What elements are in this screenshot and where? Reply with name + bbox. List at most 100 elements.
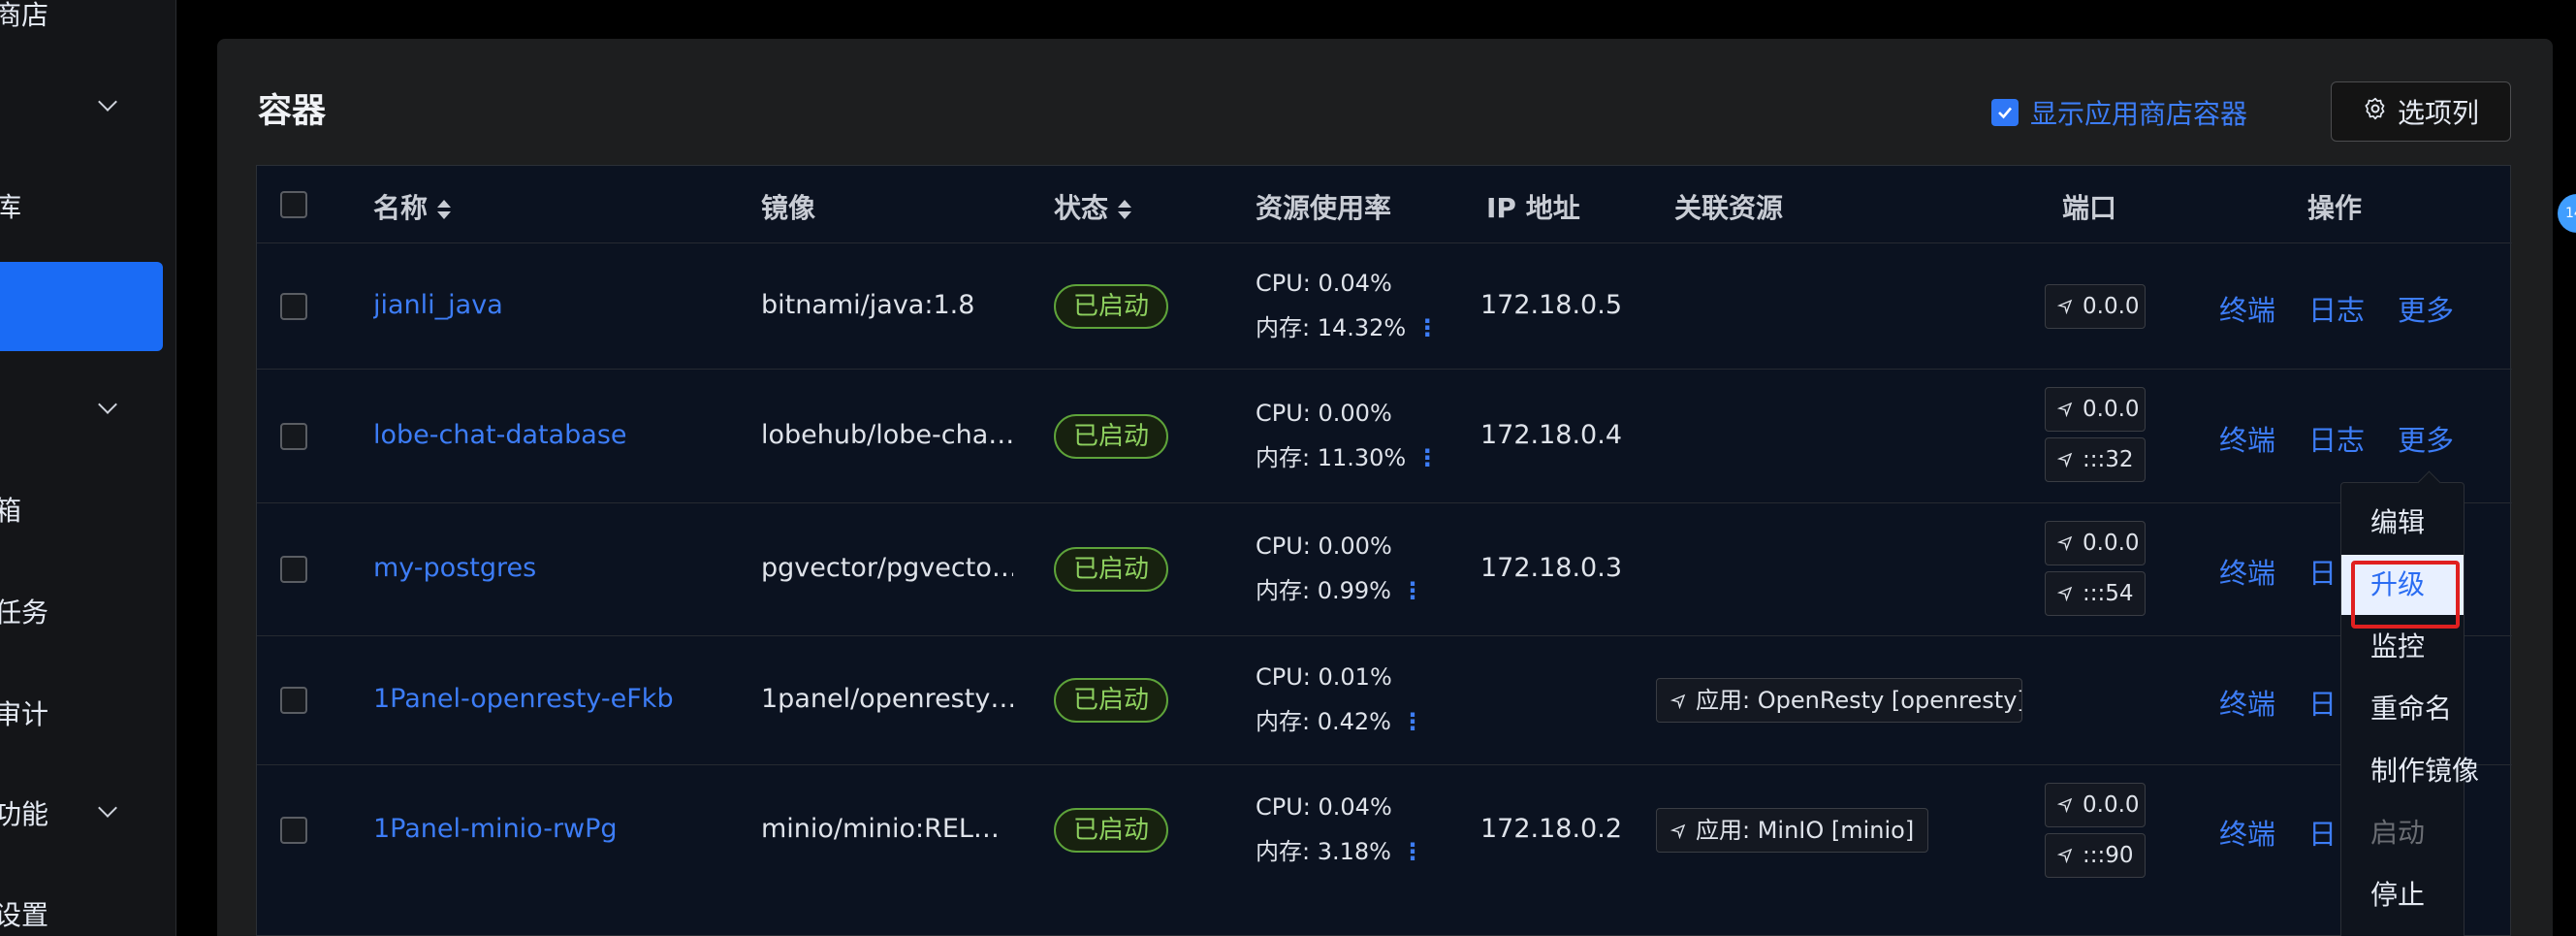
navigation-arrow-icon	[2057, 299, 2073, 314]
container-name-link[interactable]: my-postgres	[373, 553, 536, 583]
more-vertical-icon[interactable]: ⋮	[1401, 699, 1424, 744]
port-tag[interactable]: 0.0.0	[2045, 284, 2146, 329]
checkbox-checked-icon[interactable]	[1991, 99, 2019, 126]
resource-usage: CPU: 0.04% 内存: 14.32% ⋮	[1256, 261, 1439, 350]
row-checkbox[interactable]	[280, 817, 307, 844]
sidebar-item-label: 库	[0, 186, 21, 225]
row-checkbox[interactable]	[280, 687, 307, 714]
sidebar-item-group-2[interactable]	[0, 390, 175, 429]
more-button[interactable]: 更多	[2398, 288, 2454, 329]
row-checkbox[interactable]	[280, 556, 307, 583]
header-port: 端口	[2062, 192, 2117, 224]
more-actions-dropdown: 编辑 升级 监控 重命名 制作镜像 启动 停止	[2340, 482, 2479, 936]
sidebar-item-database[interactable]: 库	[0, 186, 175, 225]
header-actions: 操作	[2307, 192, 2363, 224]
resource-usage: CPU: 0.01% 内存: 0.42% ⋮	[1256, 655, 1424, 744]
table-row: my-postgres pgvector/pgvecto… 已启动 CPU: 0…	[257, 503, 2512, 636]
port-tag[interactable]: 0.0.0	[2045, 521, 2146, 565]
columns-button[interactable]: 选项列	[2331, 81, 2511, 142]
navigation-arrow-icon	[2057, 402, 2073, 417]
terminal-button[interactable]: 终端	[2219, 551, 2275, 592]
sidebar-item-containers-active[interactable]	[0, 262, 163, 351]
status-badge: 已启动	[1054, 678, 1169, 723]
sort-icon[interactable]	[437, 200, 452, 219]
port-tag[interactable]: :::32	[2045, 437, 2146, 482]
more-vertical-icon[interactable]: ⋮	[1401, 829, 1424, 874]
notification-badge[interactable]: 14	[2558, 194, 2576, 233]
terminal-button[interactable]: 终端	[2219, 682, 2275, 723]
header-related: 关联资源	[1674, 192, 1784, 224]
port-value: 0.0.0	[2083, 792, 2140, 818]
cpu-usage: CPU: 0.04%	[1256, 793, 1392, 821]
related-resource-label: 应用: MinIO [minio]	[1696, 817, 1915, 844]
show-app-store-containers-toggle[interactable]: 显示应用商店容器	[1991, 93, 2247, 132]
header-usage: 资源使用率	[1256, 192, 1392, 224]
terminal-button[interactable]: 终端	[2219, 812, 2275, 853]
status-badge: 已启动	[1054, 284, 1169, 329]
menu-item-rename[interactable]: 重命名	[2341, 679, 2464, 739]
sidebar-item-cron[interactable]: 任务	[0, 592, 175, 630]
port-tag[interactable]: :::90	[2045, 833, 2146, 878]
show-app-store-containers-label: 显示应用商店容器	[2030, 98, 2248, 130]
sidebar-item-toolbox[interactable]: 箱	[0, 490, 175, 529]
menu-item-edit[interactable]: 编辑	[2341, 493, 2464, 553]
container-name-link[interactable]: 1Panel-minio-rwPg	[373, 814, 618, 844]
sidebar-item-app-store[interactable]: 商店	[0, 0, 175, 33]
menu-item-commit-image[interactable]: 制作镜像	[2341, 741, 2479, 801]
row-checkbox[interactable]	[280, 293, 307, 320]
sidebar-item-label: 审计	[0, 698, 49, 730]
sidebar: 商店 库 箱 任务 审计 功能 设置	[0, 0, 176, 936]
navigation-arrow-icon	[2057, 848, 2073, 863]
port-value: 0.0.0	[2083, 294, 2140, 319]
port-tag[interactable]: 0.0.0	[2045, 387, 2146, 432]
sidebar-item-group-1[interactable]	[0, 87, 175, 126]
status-badge: 已启动	[1054, 808, 1169, 853]
header-status[interactable]: 状态	[1054, 187, 1132, 226]
terminal-button[interactable]: 终端	[2219, 418, 2275, 459]
sidebar-item-logs[interactable]: 审计	[0, 694, 175, 732]
header-status-label: 状态	[1054, 192, 1109, 224]
more-vertical-icon[interactable]: ⋮	[1401, 568, 1424, 613]
container-name-link[interactable]: lobe-chat-database	[373, 420, 627, 450]
page-title: 容器	[258, 92, 327, 131]
container-name-link[interactable]: jianli_java	[373, 290, 503, 320]
related-resource-tag[interactable]: 应用: OpenResty [openresty]	[1656, 678, 2022, 723]
navigation-arrow-icon	[2057, 535, 2073, 551]
sidebar-item-label: 商店	[0, 0, 49, 31]
navigation-arrow-icon	[2057, 586, 2073, 601]
sidebar-item-settings[interactable]: 设置	[0, 894, 175, 933]
related-resource-label: 应用: OpenResty [openresty]	[1696, 687, 2022, 714]
related-resource-tag[interactable]: 应用: MinIO [minio]	[1656, 808, 1929, 853]
table-header-row: 名称 镜像 状态 资源使用率 IP 地址 关联资源 端口 操作	[257, 166, 2512, 243]
logs-button[interactable]: 日志	[2308, 288, 2365, 329]
navigation-arrow-icon	[1670, 694, 1686, 709]
port-tag[interactable]: 0.0.0	[2045, 783, 2146, 827]
more-vertical-icon[interactable]: ⋮	[1415, 306, 1439, 350]
sidebar-item-features[interactable]: 功能	[0, 793, 175, 832]
port-value: :::54	[2083, 581, 2134, 606]
header-name[interactable]: 名称	[373, 187, 452, 226]
logs-button[interactable]: 日	[2308, 812, 2337, 853]
port-value: :::90	[2083, 843, 2134, 868]
port-tag[interactable]: :::54	[2045, 571, 2146, 616]
header-image: 镜像	[761, 192, 816, 224]
logs-button[interactable]: 日志	[2308, 418, 2365, 459]
select-all-checkbox[interactable]	[280, 191, 307, 218]
resource-usage: CPU: 0.00% 内存: 0.99% ⋮	[1256, 524, 1424, 613]
sidebar-item-label: 任务	[0, 597, 49, 629]
ip-address: 172.18.0.2	[1480, 814, 1622, 844]
more-vertical-icon[interactable]: ⋮	[1415, 436, 1439, 480]
table-row: 1Panel-minio-rwPg minio/minio:REL… 已启动 C…	[257, 765, 2512, 896]
logs-button[interactable]: 日	[2308, 682, 2337, 723]
menu-item-stop[interactable]: 停止	[2341, 865, 2464, 925]
row-checkbox[interactable]	[280, 423, 307, 450]
sort-icon[interactable]	[1118, 200, 1132, 219]
ip-address: 172.18.0.4	[1480, 420, 1622, 450]
container-name-link[interactable]: 1Panel-openresty-eFkb	[373, 684, 674, 714]
logs-button[interactable]: 日	[2308, 551, 2337, 592]
terminal-button[interactable]: 终端	[2219, 288, 2275, 329]
more-button[interactable]: 更多	[2398, 418, 2454, 459]
gear-icon	[2363, 96, 2388, 128]
status-badge: 已启动	[1054, 414, 1169, 459]
status-badge: 已启动	[1054, 547, 1169, 592]
